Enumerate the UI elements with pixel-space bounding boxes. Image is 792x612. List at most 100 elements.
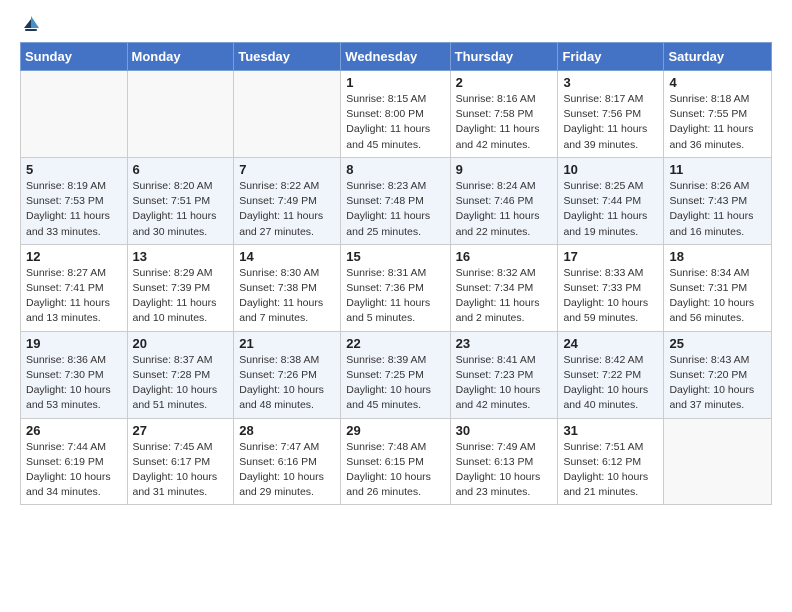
col-header-thursday: Thursday bbox=[450, 43, 558, 71]
day-number: 4 bbox=[669, 75, 766, 90]
day-cell: 11 Sunrise: 8:26 AMSunset: 7:43 PMDayligh… bbox=[664, 157, 772, 244]
day-info: Sunrise: 8:25 AMSunset: 7:44 PMDaylight:… bbox=[563, 179, 658, 240]
day-cell: 21 Sunrise: 8:38 AMSunset: 7:26 PMDayligh… bbox=[234, 331, 341, 418]
day-cell: 10 Sunrise: 8:25 AMSunset: 7:44 PMDayligh… bbox=[558, 157, 664, 244]
day-number: 1 bbox=[346, 75, 444, 90]
day-cell: 6 Sunrise: 8:20 AMSunset: 7:51 PMDaylight… bbox=[127, 157, 234, 244]
day-cell: 8Sunrise: 8:23 AMSunset: 7:48 PMDaylight… bbox=[341, 157, 450, 244]
day-number: 27 bbox=[133, 423, 229, 438]
day-info: Sunrise: 8:27 AMSunset: 7:41 PMDaylight:… bbox=[26, 266, 122, 327]
header bbox=[20, 16, 772, 34]
day-cell bbox=[664, 418, 772, 505]
day-number: 6 bbox=[133, 162, 229, 177]
day-info: Sunrise: 8:15 AMSunset: 8:00 PMDaylight:… bbox=[346, 92, 444, 153]
day-cell: 3 Sunrise: 8:17 AMSunset: 7:56 PMDaylight… bbox=[558, 71, 664, 158]
day-info: Sunrise: 8:19 AMSunset: 7:53 PMDaylight:… bbox=[26, 179, 122, 240]
day-cell: 1 Sunrise: 8:15 AMSunset: 8:00 PMDaylight… bbox=[341, 71, 450, 158]
week-row-3: 12 Sunrise: 8:27 AMSunset: 7:41 PMDayligh… bbox=[21, 244, 772, 331]
day-cell: 13 Sunrise: 8:29 AMSunset: 7:39 PMDayligh… bbox=[127, 244, 234, 331]
day-number: 3 bbox=[563, 75, 658, 90]
week-row-5: 26 Sunrise: 7:44 AMSunset: 6:19 PMDayligh… bbox=[21, 418, 772, 505]
day-number: 16 bbox=[456, 249, 553, 264]
day-cell: 25Sunrise: 8:43 AMSunset: 7:20 PMDayligh… bbox=[664, 331, 772, 418]
calendar-body: 1 Sunrise: 8:15 AMSunset: 8:00 PMDaylight… bbox=[21, 71, 772, 505]
day-number: 23 bbox=[456, 336, 553, 351]
day-cell: 9 Sunrise: 8:24 AMSunset: 7:46 PMDaylight… bbox=[450, 157, 558, 244]
col-header-tuesday: Tuesday bbox=[234, 43, 341, 71]
day-info: Sunrise: 8:39 AMSunset: 7:25 PMDaylight:… bbox=[346, 353, 444, 414]
day-number: 11 bbox=[669, 162, 766, 177]
day-cell: 28Sunrise: 7:47 AMSunset: 6:16 PMDayligh… bbox=[234, 418, 341, 505]
day-cell: 31 Sunrise: 7:51 AMSunset: 6:12 PMDayligh… bbox=[558, 418, 664, 505]
day-cell bbox=[21, 71, 128, 158]
day-info: Sunrise: 7:51 AMSunset: 6:12 PMDaylight:… bbox=[563, 440, 658, 501]
day-number: 14 bbox=[239, 249, 335, 264]
day-info: Sunrise: 8:32 AMSunset: 7:34 PMDaylight:… bbox=[456, 266, 553, 327]
day-number: 7 bbox=[239, 162, 335, 177]
day-info: Sunrise: 8:22 AMSunset: 7:49 PMDaylight:… bbox=[239, 179, 335, 240]
col-header-wednesday: Wednesday bbox=[341, 43, 450, 71]
day-info: Sunrise: 8:17 AMSunset: 7:56 PMDaylight:… bbox=[563, 92, 658, 153]
col-header-monday: Monday bbox=[127, 43, 234, 71]
day-info: Sunrise: 8:42 AMSunset: 7:22 PMDaylight:… bbox=[563, 353, 658, 414]
day-info: Sunrise: 8:18 AMSunset: 7:55 PMDaylight:… bbox=[669, 92, 766, 153]
col-header-sunday: Sunday bbox=[21, 43, 128, 71]
day-number: 17 bbox=[563, 249, 658, 264]
day-cell bbox=[127, 71, 234, 158]
day-cell: 19Sunrise: 8:36 AMSunset: 7:30 PMDayligh… bbox=[21, 331, 128, 418]
day-number: 21 bbox=[239, 336, 335, 351]
day-cell: 24 Sunrise: 8:42 AMSunset: 7:22 PMDayligh… bbox=[558, 331, 664, 418]
day-number: 12 bbox=[26, 249, 122, 264]
day-cell: 30 Sunrise: 7:49 AMSunset: 6:13 PMDayligh… bbox=[450, 418, 558, 505]
day-number: 28 bbox=[239, 423, 335, 438]
day-cell: 12 Sunrise: 8:27 AMSunset: 7:41 PMDayligh… bbox=[21, 244, 128, 331]
day-cell: 7 Sunrise: 8:22 AMSunset: 7:49 PMDaylight… bbox=[234, 157, 341, 244]
day-info: Sunrise: 8:34 AMSunset: 7:31 PMDaylight:… bbox=[669, 266, 766, 327]
day-info: Sunrise: 8:23 AMSunset: 7:48 PMDaylight:… bbox=[346, 179, 444, 240]
day-number: 24 bbox=[563, 336, 658, 351]
day-cell: 26 Sunrise: 7:44 AMSunset: 6:19 PMDayligh… bbox=[21, 418, 128, 505]
day-info: Sunrise: 7:49 AMSunset: 6:13 PMDaylight:… bbox=[456, 440, 553, 501]
day-cell: 16 Sunrise: 8:32 AMSunset: 7:34 PMDayligh… bbox=[450, 244, 558, 331]
day-number: 2 bbox=[456, 75, 553, 90]
day-number: 19 bbox=[26, 336, 122, 351]
day-number: 31 bbox=[563, 423, 658, 438]
day-info: Sunrise: 8:16 AMSunset: 7:58 PMDaylight:… bbox=[456, 92, 553, 153]
header-row: SundayMondayTuesdayWednesdayThursdayFrid… bbox=[21, 43, 772, 71]
day-cell: 23 Sunrise: 8:41 AMSunset: 7:23 PMDayligh… bbox=[450, 331, 558, 418]
day-number: 13 bbox=[133, 249, 229, 264]
page: SundayMondayTuesdayWednesdayThursdayFrid… bbox=[0, 0, 792, 612]
day-cell: 5 Sunrise: 8:19 AMSunset: 7:53 PMDaylight… bbox=[21, 157, 128, 244]
day-cell: 22 Sunrise: 8:39 AMSunset: 7:25 PMDayligh… bbox=[341, 331, 450, 418]
day-number: 26 bbox=[26, 423, 122, 438]
day-info: Sunrise: 8:20 AMSunset: 7:51 PMDaylight:… bbox=[133, 179, 229, 240]
day-info: Sunrise: 8:30 AMSunset: 7:38 PMDaylight:… bbox=[239, 266, 335, 327]
day-number: 10 bbox=[563, 162, 658, 177]
day-info: Sunrise: 8:43 AMSunset: 7:20 PMDaylight:… bbox=[669, 353, 766, 414]
day-number: 20 bbox=[133, 336, 229, 351]
day-info: Sunrise: 8:38 AMSunset: 7:26 PMDaylight:… bbox=[239, 353, 335, 414]
day-info: Sunrise: 8:26 AMSunset: 7:43 PMDaylight:… bbox=[669, 179, 766, 240]
col-header-friday: Friday bbox=[558, 43, 664, 71]
day-info: Sunrise: 7:44 AMSunset: 6:19 PMDaylight:… bbox=[26, 440, 122, 501]
week-row-2: 5 Sunrise: 8:19 AMSunset: 7:53 PMDaylight… bbox=[21, 157, 772, 244]
day-number: 29 bbox=[346, 423, 444, 438]
day-cell: 20Sunrise: 8:37 AMSunset: 7:28 PMDayligh… bbox=[127, 331, 234, 418]
day-cell: 18Sunrise: 8:34 AMSunset: 7:31 PMDayligh… bbox=[664, 244, 772, 331]
day-number: 15 bbox=[346, 249, 444, 264]
calendar-table: SundayMondayTuesdayWednesdayThursdayFrid… bbox=[20, 42, 772, 505]
day-info: Sunrise: 7:45 AMSunset: 6:17 PMDaylight:… bbox=[133, 440, 229, 501]
day-number: 30 bbox=[456, 423, 553, 438]
day-number: 22 bbox=[346, 336, 444, 351]
day-number: 5 bbox=[26, 162, 122, 177]
day-info: Sunrise: 8:41 AMSunset: 7:23 PMDaylight:… bbox=[456, 353, 553, 414]
day-info: Sunrise: 8:33 AMSunset: 7:33 PMDaylight:… bbox=[563, 266, 658, 327]
logo-icon bbox=[21, 14, 41, 34]
day-info: Sunrise: 7:48 AMSunset: 6:15 PMDaylight:… bbox=[346, 440, 444, 501]
day-info: Sunrise: 8:29 AMSunset: 7:39 PMDaylight:… bbox=[133, 266, 229, 327]
day-number: 9 bbox=[456, 162, 553, 177]
day-info: Sunrise: 8:31 AMSunset: 7:36 PMDaylight:… bbox=[346, 266, 444, 327]
day-cell: 27 Sunrise: 7:45 AMSunset: 6:17 PMDayligh… bbox=[127, 418, 234, 505]
logo bbox=[20, 16, 41, 34]
day-info: Sunrise: 8:24 AMSunset: 7:46 PMDaylight:… bbox=[456, 179, 553, 240]
